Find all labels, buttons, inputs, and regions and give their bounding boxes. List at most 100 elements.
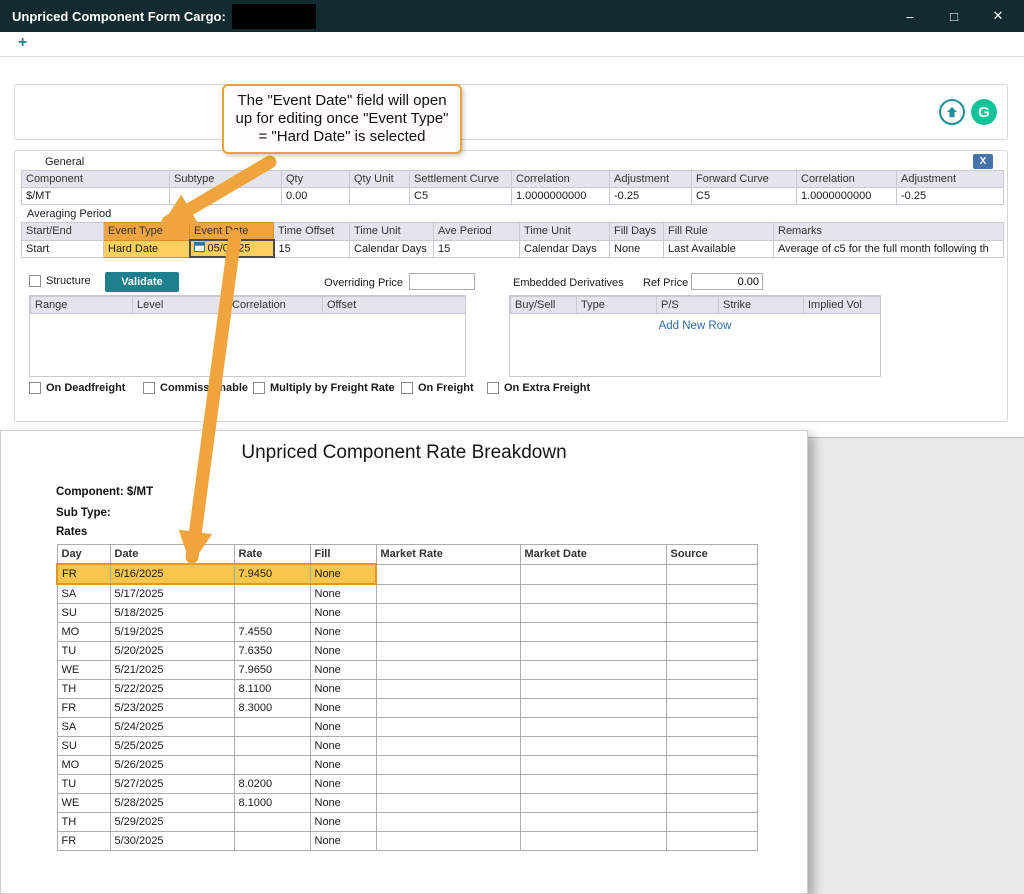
cell[interactable] (170, 188, 282, 205)
date-cell: 5/27/2025 (110, 775, 234, 794)
component-label: Component: (56, 486, 124, 498)
col-header-type: Type (577, 297, 657, 314)
flag-multiply-by-freight-rate[interactable]: Multiply by Freight Rate (253, 382, 395, 394)
rate-cell: 8.1000 (234, 794, 310, 813)
source-cell (666, 756, 757, 775)
event-type-cell[interactable]: Hard Date (104, 240, 190, 257)
cell[interactable]: 1.0000000000 (797, 188, 897, 205)
col-header-correlation: Correlation (512, 171, 610, 188)
col-header-adjustment: Adjustment (897, 171, 1004, 188)
up-arrow-glyph (946, 106, 958, 118)
col-header-fill-days: Fill Days (610, 223, 664, 241)
start-end-cell[interactable]: Start (22, 240, 104, 257)
market-rate-cell (376, 584, 520, 604)
source-cell (666, 604, 757, 623)
date-cell: 5/25/2025 (110, 737, 234, 756)
close-button[interactable]: ✕ (990, 8, 1006, 24)
minimize-button[interactable]: – (902, 9, 918, 24)
cell[interactable]: 0.00 (282, 188, 350, 205)
maximize-button[interactable]: □ (946, 9, 962, 24)
cell[interactable]: C5 (692, 188, 797, 205)
overriding-price-input[interactable] (409, 273, 475, 290)
remarks-cell[interactable]: Average of c5 for the full month followi… (774, 240, 1004, 257)
flag-on-deadfreight[interactable]: On Deadfreight (29, 382, 125, 394)
checkbox-box[interactable] (29, 382, 41, 394)
flag-commissionable[interactable]: Commissionable (143, 382, 248, 394)
rate-row: SA5/24/2025None (57, 718, 757, 737)
cell[interactable] (350, 188, 410, 205)
checkbox-box[interactable] (401, 382, 413, 394)
market-date-cell (520, 756, 666, 775)
general-table: ComponentSubtypeQtyQty UnitSettlement Cu… (21, 170, 1004, 205)
rate-row: FR5/30/2025None (57, 832, 757, 851)
fill-days-cell[interactable]: None (610, 240, 664, 257)
cell[interactable]: -0.25 (897, 188, 1004, 205)
col-header-ave-period: Ave Period (434, 223, 520, 241)
col-header-time-offset: Time Offset (274, 223, 350, 241)
flag-on-extra-freight[interactable]: On Extra Freight (487, 382, 590, 394)
averaging-section-label: Averaging Period (27, 208, 111, 220)
checkbox-box[interactable] (29, 275, 41, 287)
rate-row: FR5/16/20257.9450None (57, 564, 757, 584)
fill-cell: None (310, 832, 376, 851)
rate-cell: 8.0200 (234, 775, 310, 794)
fill-cell: None (310, 737, 376, 756)
add-new-row-link[interactable]: Add New Row (510, 320, 880, 332)
cell[interactable]: $/MT (22, 188, 170, 205)
publish-icon[interactable] (939, 99, 965, 125)
time-offset-cell[interactable]: 15 (274, 240, 350, 257)
checkbox-box[interactable] (253, 382, 265, 394)
market-rate-cell (376, 661, 520, 680)
day-cell: FR (57, 699, 110, 718)
averaging-table: Start/EndEvent TypeEvent DateTime Offset… (21, 222, 1004, 258)
calendar-icon[interactable] (194, 241, 205, 256)
structure-checkbox[interactable]: Structure (29, 275, 91, 287)
col-header-forward-curve: Forward Curve (692, 171, 797, 188)
validate-button[interactable]: Validate (105, 272, 179, 292)
cell[interactable]: C5 (410, 188, 512, 205)
date-cell: 5/17/2025 (110, 584, 234, 604)
breakdown-title: Unpriced Component Rate Breakdown (1, 442, 807, 464)
fill-cell: None (310, 813, 376, 832)
range-table-body (30, 314, 465, 376)
panel-close-button[interactable]: X (973, 154, 993, 169)
col-header-fill-rule: Fill Rule (664, 223, 774, 241)
flag-on-freight[interactable]: On Freight (401, 382, 474, 394)
ave-period-cell[interactable]: 15 (434, 240, 520, 257)
rate-row: TH5/29/2025None (57, 813, 757, 832)
source-cell (666, 623, 757, 642)
fill-rule-cell[interactable]: Last Available (664, 240, 774, 257)
col-header-subtype: Subtype (170, 171, 282, 188)
market-date-cell (520, 680, 666, 699)
subtype-line: Sub Type: (56, 507, 111, 519)
add-tab-button[interactable]: + (18, 34, 27, 52)
day-cell: MO (57, 623, 110, 642)
callout-note: The "Event Date" field will open up for … (222, 84, 462, 154)
col-header-offset: Offset (323, 297, 467, 314)
market-rate-cell (376, 699, 520, 718)
checkbox-box[interactable] (143, 382, 155, 394)
fill-cell: None (310, 680, 376, 699)
fill-cell: None (310, 584, 376, 604)
market-rate-cell (376, 756, 520, 775)
rate-row: FR5/23/20258.3000None (57, 699, 757, 718)
day-cell: WE (57, 794, 110, 813)
rate-cell (234, 718, 310, 737)
rate-cell (234, 813, 310, 832)
cell[interactable]: 1.0000000000 (512, 188, 610, 205)
checkbox-box[interactable] (487, 382, 499, 394)
grammarly-icon[interactable]: G (971, 99, 997, 125)
day-cell: SU (57, 737, 110, 756)
ref-price-input[interactable] (691, 273, 763, 290)
market-date-cell (520, 832, 666, 851)
rate-row: SU5/18/2025None (57, 604, 757, 623)
source-cell (666, 661, 757, 680)
cell[interactable]: -0.25 (610, 188, 692, 205)
time-unit-2-cell[interactable]: Calendar Days (520, 240, 610, 257)
toolbar-panel: G (14, 84, 1008, 140)
day-cell: TH (57, 680, 110, 699)
time-unit-cell[interactable]: Calendar Days (350, 240, 434, 257)
market-rate-cell (376, 794, 520, 813)
event-date-cell[interactable]: 05/01/25 (190, 240, 274, 257)
source-cell (666, 813, 757, 832)
